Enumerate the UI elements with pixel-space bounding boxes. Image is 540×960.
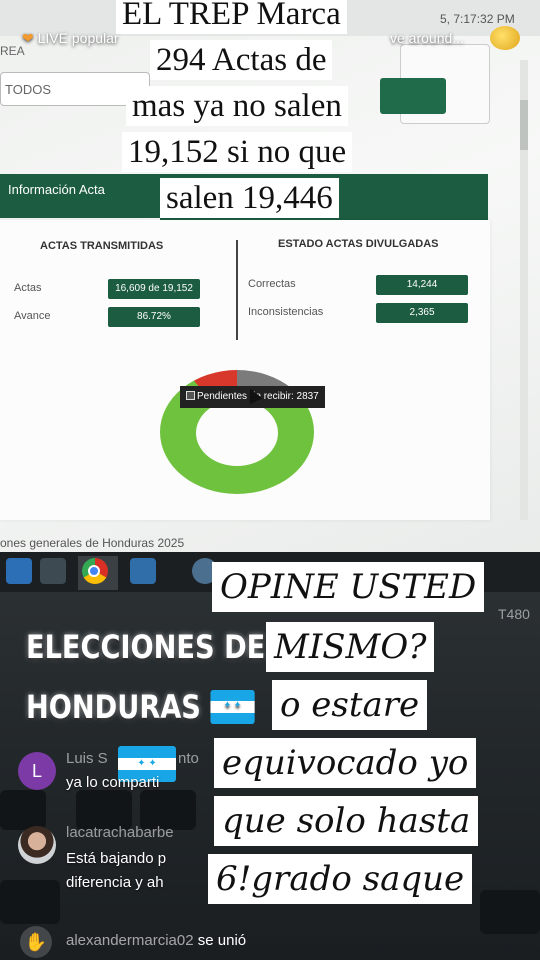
honduras-flag-icon: ✦ ✦ <box>210 690 255 724</box>
keyboard-key <box>480 890 540 934</box>
live-banner[interactable]: ❤ LIVE popular <box>22 30 119 47</box>
keyboard-key <box>0 880 60 924</box>
caption-title-line-2: 294 Actas de <box>150 40 333 80</box>
correctas-label: Correctas <box>248 278 296 290</box>
join-username[interactable]: alexandermarcia02 <box>66 932 194 949</box>
inconsistencias-value: 2,365 <box>376 303 468 323</box>
keyboard-key <box>0 790 46 830</box>
avatar[interactable]: L <box>18 752 56 790</box>
calculator-icon[interactable] <box>130 558 156 584</box>
tab-label: Información Acta <box>8 182 105 197</box>
caption-opinion-line-2: MISMO? <box>266 622 435 672</box>
actas-value: 16,609 de 19,152 <box>108 279 200 299</box>
live-banner-right: ve around... <box>390 30 464 46</box>
laptop-model-label: T480 <box>498 606 530 622</box>
heart-icon: ❤ <box>22 30 34 46</box>
comment-username[interactable]: lacatrachabarbe <box>66 824 174 841</box>
filter-select-value: TODOS <box>5 82 51 97</box>
avatar[interactable] <box>18 826 56 864</box>
caption-title-line-1: EL TREP Marca <box>116 0 347 34</box>
caption-opinion-line-4: equivocado yo <box>214 738 477 788</box>
inconsistencias-label: Inconsistencias <box>248 306 324 318</box>
legend-checkbox-icon <box>186 391 195 400</box>
avance-value: 86.72% <box>108 307 200 327</box>
headline-elecciones: ELECCIONES DE HONDURAS ✦ ✦ <box>26 624 265 730</box>
caption-title-line-3: mas ya no salen <box>126 86 348 126</box>
system-clock: 5, 7:17:32 PM <box>440 12 515 26</box>
comment-text-line-1: Está bajando p <box>66 850 167 867</box>
tab-informacion-acta[interactable]: Información Acta <box>0 174 160 218</box>
actas-transmitidas-title: ACTAS TRANSMITIDAS <box>40 240 164 252</box>
comment-username-suffix: nto <box>178 750 199 767</box>
avatar-letter: L <box>31 761 42 781</box>
comment-text-line-2: diferencia y ah <box>66 874 164 891</box>
comment-username[interactable]: Luis S <box>66 750 108 767</box>
live-banner-text: LIVE popular <box>37 30 119 46</box>
consult-button[interactable] <box>380 78 446 114</box>
scrollbar-thumb[interactable] <box>520 100 528 150</box>
caption-title-line-4: 19,152 si no que <box>122 132 353 172</box>
coin-emoji-icon <box>490 26 520 50</box>
comment-text: ya lo comparti <box>66 774 160 791</box>
actas-label: Actas <box>14 282 42 294</box>
caption-opinion-line-5: que solo hasta <box>214 796 479 846</box>
join-notification: alexandermarcia02 se unió <box>66 932 246 949</box>
estado-actas-title: ESTADO ACTAS DIVULGADAS <box>278 238 439 250</box>
headline-line-1: ELECCIONES DE <box>26 628 266 666</box>
paint-icon[interactable] <box>40 558 66 584</box>
taskbar-app-icon[interactable] <box>6 558 32 584</box>
section-divider <box>236 240 238 340</box>
dashboard-footer: ones generales de Honduras 2025 <box>0 536 185 550</box>
join-action: se unió <box>197 932 247 949</box>
area-label: REA <box>0 44 25 58</box>
avance-label: Avance <box>14 310 51 322</box>
caption-opinion-line-1: OPINE USTED <box>212 562 485 612</box>
wave-hand-icon: ✋ <box>20 926 52 958</box>
correctas-value: 14,244 <box>376 275 468 295</box>
donut-hole <box>196 400 278 466</box>
chrome-center-icon <box>88 565 100 577</box>
headline-line-2: HONDURAS <box>26 688 201 726</box>
caption-title-line-5: salen 19,446 <box>160 178 339 218</box>
caption-opinion-line-6: 6!grado saque <box>208 854 473 904</box>
caption-opinion-line-3: o estare <box>272 680 428 730</box>
